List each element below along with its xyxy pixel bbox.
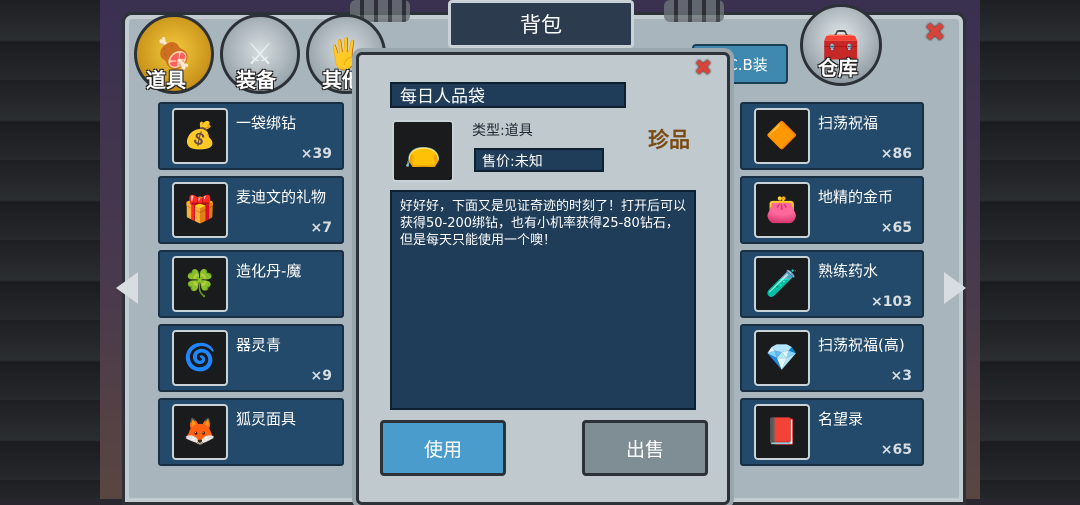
right-pillar — [980, 0, 1080, 499]
item-name: 狐灵面具 — [236, 410, 297, 428]
item-count: ×86 — [880, 146, 912, 162]
list-item[interactable]: 🧪 熟练药水 ×103 — [740, 250, 924, 318]
item-name: 扫荡祝福(高) — [818, 336, 905, 354]
lucky-bag-icon: 👝 — [392, 120, 454, 182]
detail-type: 类型:道具 — [472, 123, 533, 139]
close-detail-icon[interactable]: ✖ — [694, 56, 712, 81]
list-item[interactable]: 📕 名望录 ×65 — [740, 398, 924, 466]
warehouse-label: 仓库 — [818, 56, 858, 80]
item-count: ×7 — [310, 220, 332, 236]
item-name: 名望录 — [818, 410, 864, 428]
crystal-high-icon: 💎 — [754, 330, 810, 386]
list-item[interactable]: 🎁 麦迪文的礼物 ×7 — [158, 176, 344, 244]
prev-page-arrow-icon[interactable] — [116, 272, 138, 304]
item-name: 器灵青 — [236, 336, 282, 354]
list-item[interactable]: 🦊 狐灵面具 — [158, 398, 344, 466]
description-box: 好好好，下面又是见证奇迹的时刻了！打开后可以获得50-200绑钻，也有小机率获得… — [390, 190, 696, 410]
item-name: 一袋绑钻 — [236, 114, 297, 132]
item-name: 地精的金币 — [818, 188, 894, 206]
list-item[interactable]: 🌀 器灵青 ×9 — [158, 324, 344, 392]
item-count: ×65 — [880, 220, 912, 236]
tab-items-label: 道具 — [146, 68, 186, 92]
potion-icon: 🧪 — [754, 256, 810, 312]
item-count: ×39 — [300, 146, 332, 162]
detail-title: 每日人品袋 — [390, 82, 626, 108]
diamond-bag-icon: 💰 — [172, 108, 228, 164]
item-name: 麦迪文的礼物 — [236, 188, 327, 206]
spirit-orb-icon: 🌀 — [172, 330, 228, 386]
price-field: 售价:未知 — [474, 148, 604, 172]
use-button[interactable]: 使用 — [380, 420, 506, 476]
item-count: ×3 — [890, 368, 912, 384]
next-page-arrow-icon[interactable] — [944, 272, 966, 304]
rarity-label: 珍品 — [648, 128, 690, 152]
list-item[interactable]: 👛 地精的金币 ×65 — [740, 176, 924, 244]
book-icon: 📕 — [754, 404, 810, 460]
chain-right — [664, 0, 724, 22]
tab-equipment-label: 装备 — [236, 68, 276, 92]
item-count: ×65 — [880, 442, 912, 458]
item-name: 熟练药水 — [818, 262, 879, 280]
gift-box-icon: 🎁 — [172, 182, 228, 238]
crystal-icon: 🔶 — [754, 108, 810, 164]
pill-icon: 🍀 — [172, 256, 228, 312]
close-window-icon[interactable]: ✖ — [924, 18, 946, 48]
coin-pouch-icon: 👛 — [754, 182, 810, 238]
item-count: ×103 — [871, 294, 912, 310]
item-name: 造化丹-魔 — [236, 262, 302, 280]
window-title: 背包 — [448, 0, 634, 48]
item-count: ×9 — [310, 368, 332, 384]
sell-button[interactable]: 出售 — [582, 420, 708, 476]
item-name: 扫荡祝福 — [818, 114, 879, 132]
list-item[interactable]: 🍀 造化丹-魔 — [158, 250, 344, 318]
list-item[interactable]: 💰 一袋绑钻 ×39 — [158, 102, 344, 170]
list-item[interactable]: 💎 扫荡祝福(高) ×3 — [740, 324, 924, 392]
list-item[interactable]: 🔶 扫荡祝福 ×86 — [740, 102, 924, 170]
fox-mask-icon: 🦊 — [172, 404, 228, 460]
left-pillar — [0, 0, 100, 499]
